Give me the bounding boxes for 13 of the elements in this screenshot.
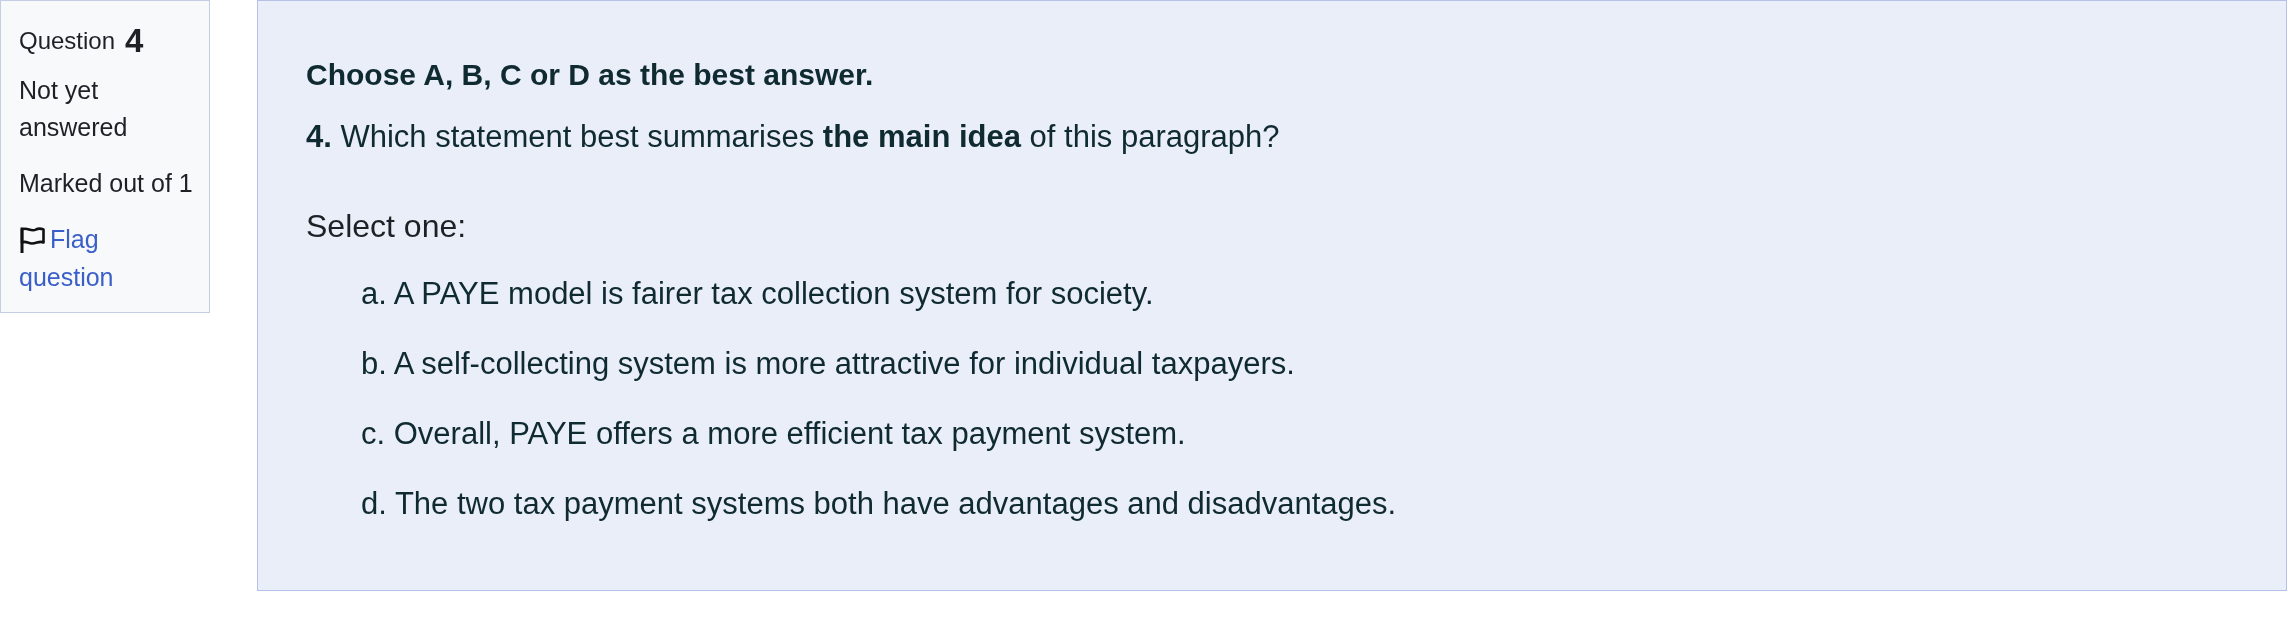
flag-question-link[interactable]: Flag question <box>19 220 149 296</box>
grade-info: Marked out of 1 <box>19 168 193 199</box>
answer-option[interactable]: c. Overall, PAYE offers a more efficient tax payment system. <box>361 414 1186 454</box>
answer-option[interactable]: b. A self-collecting system is more attractive for individual taxpayers. <box>361 344 1295 384</box>
question-number: 4 <box>125 22 144 60</box>
instruction-text: Choose A, B, C or D as the best answer. <box>306 57 875 93</box>
flag-icon[interactable] <box>19 226 45 254</box>
answer-option[interactable]: d. The two tax payment systems both have advantages and disadvantages. <box>361 484 1397 524</box>
question-text: 4. Which statement best summarises the main idea of this paragraph? <box>306 118 1281 156</box>
select-prompt: Select one: <box>306 207 468 246</box>
answer-option[interactable]: a. A PAYE model is fairer tax collection system for society. <box>361 274 1154 314</box>
question-label: Question <box>19 27 116 55</box>
answer-status: Not yet answered <box>19 75 129 143</box>
